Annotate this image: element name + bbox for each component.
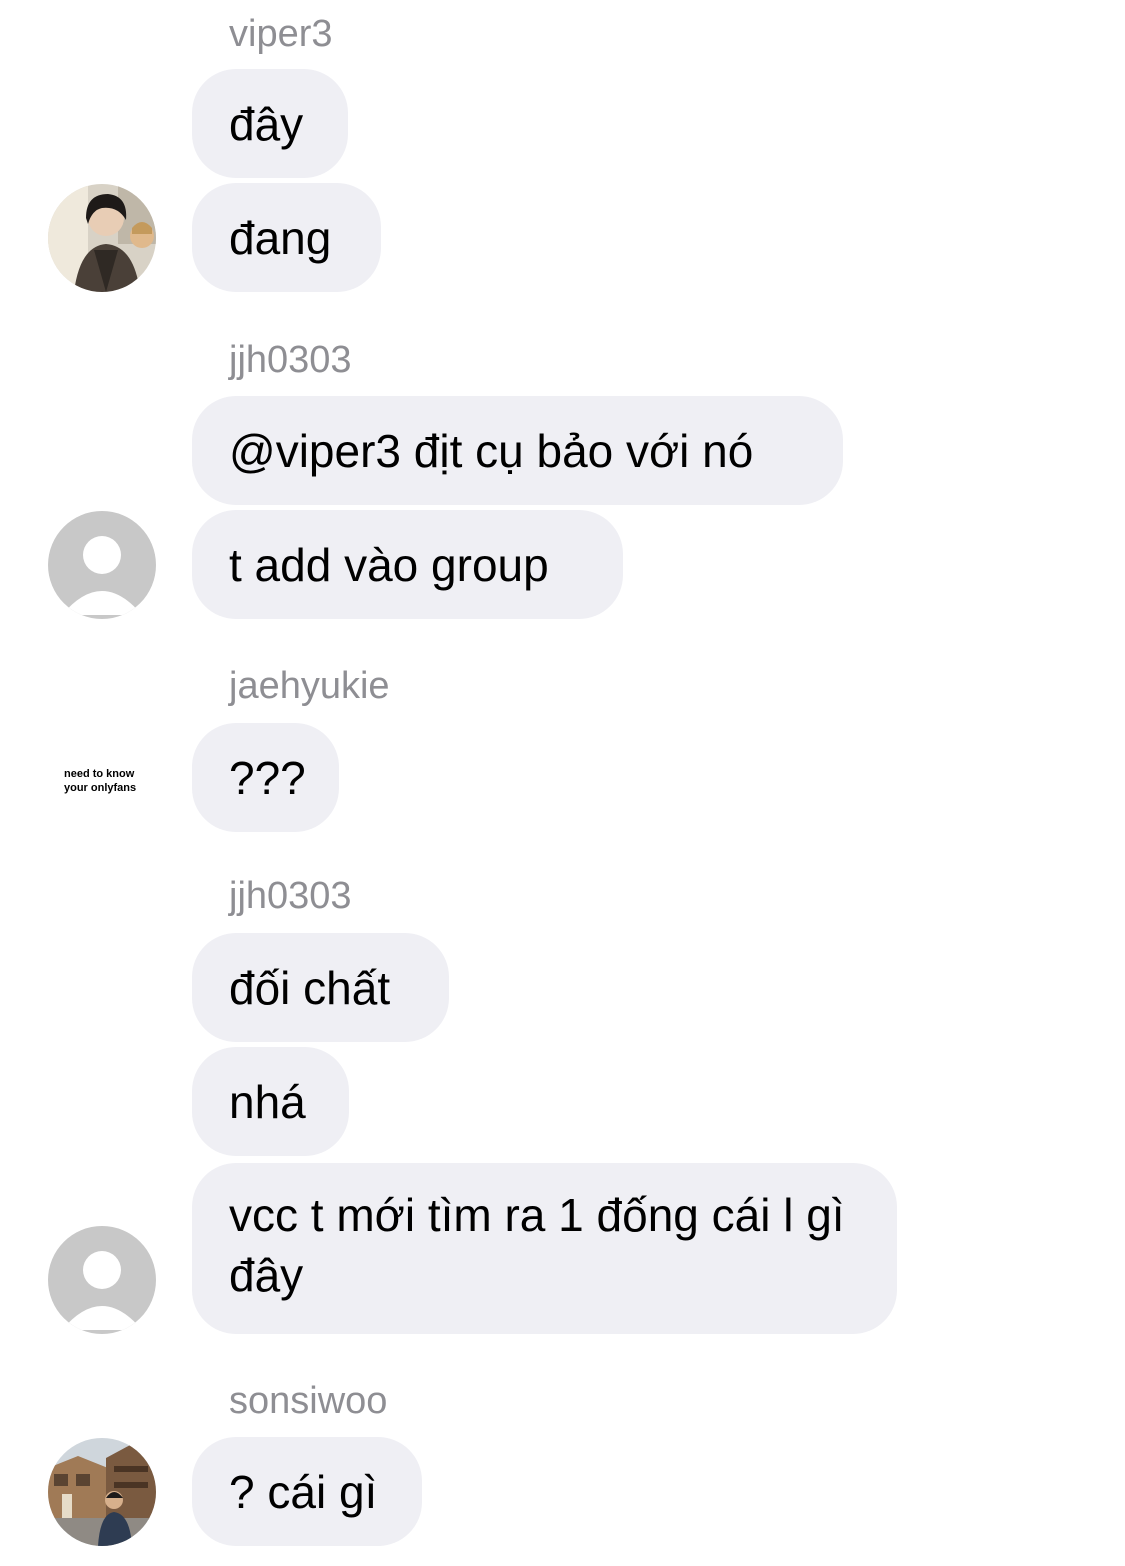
message-bubble[interactable]: đang <box>192 183 381 292</box>
default-person-avatar[interactable] <box>48 1226 156 1334</box>
username-label: sonsiwoo <box>229 1380 388 1422</box>
message-bubble[interactable]: ? cái gì <box>192 1437 422 1546</box>
message-text: vcc t mới tìm ra 1 đống cái l gì đây <box>229 1189 845 1301</box>
message-text: @viper3 địt cụ bảo với nó <box>229 424 754 477</box>
text-avatar[interactable]: need to know your onlyfans <box>48 767 156 795</box>
message-bubble[interactable]: vcc t mới tìm ra 1 đống cái l gì đây <box>192 1163 897 1334</box>
message-text: đang <box>229 211 332 264</box>
message-bubble[interactable]: đây <box>192 69 348 178</box>
username-label: jaehyukie <box>229 665 390 707</box>
message-bubble[interactable]: nhá <box>192 1047 349 1156</box>
username-label: viper3 <box>229 13 333 55</box>
avatar-text-line: your onlyfans <box>64 782 137 794</box>
message-text: ??? <box>229 751 306 804</box>
message-text: nhá <box>229 1075 306 1128</box>
profile-photo-avatar[interactable] <box>48 184 156 292</box>
message-bubble[interactable]: đối chất <box>192 933 449 1042</box>
message-text: t add vào group <box>229 538 549 591</box>
street-photo-avatar[interactable] <box>48 1438 156 1546</box>
message-text: đây <box>229 97 304 150</box>
message-bubble[interactable]: t add vào group <box>192 510 623 619</box>
message-bubble[interactable]: @viper3 địt cụ bảo với nó <box>192 396 843 505</box>
message-text: ? cái gì <box>229 1465 378 1518</box>
message-text: đối chất <box>229 961 391 1014</box>
username-label: jjh0303 <box>229 875 352 917</box>
message-bubble[interactable]: ??? <box>192 723 339 832</box>
avatar-text-line: need to know <box>64 768 135 780</box>
default-person-avatar[interactable] <box>48 511 156 619</box>
username-label: jjh0303 <box>229 339 352 381</box>
